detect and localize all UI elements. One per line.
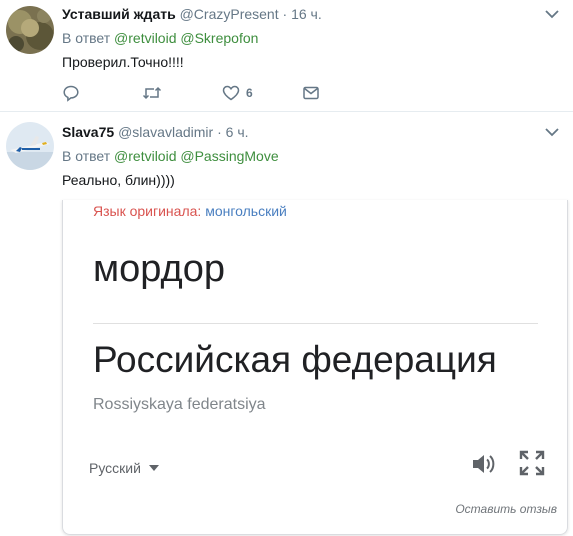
display-name[interactable]: Slava75 [62, 124, 114, 140]
timestamp[interactable]: 16 ч. [291, 6, 322, 22]
reply-context: В ответ @retviloid @PassingMove [62, 148, 279, 164]
translation-text: Российская федерация [93, 339, 497, 380]
fullscreen-icon[interactable] [519, 450, 545, 476]
tweet-header: Slava75 @slavavladimir · 6 ч. [62, 124, 249, 140]
caret-down-icon[interactable] [545, 127, 559, 137]
detected-language-value: монгольский [205, 203, 287, 219]
mention-link[interactable]: @retviloid [114, 30, 176, 46]
retweet-button[interactable] [142, 82, 162, 104]
target-language-label: Русский [89, 460, 141, 476]
mention-link[interactable]: @retviloid [114, 148, 176, 164]
source-text: мордор [93, 248, 225, 290]
retweet-icon [142, 86, 162, 100]
detected-language: Язык оригинала: монгольский [93, 203, 287, 219]
reply-context: В ответ @retviloid @Skrepofon [62, 30, 258, 46]
like-count: 6 [246, 86, 253, 100]
username[interactable]: @slavavladimir [118, 124, 213, 140]
reply-prefix: В ответ [62, 148, 111, 164]
separator: · [282, 6, 288, 22]
reply-prefix: В ответ [62, 30, 111, 46]
mention-link[interactable]: @PassingMove [180, 148, 278, 164]
like-button[interactable]: 6 [222, 82, 253, 104]
tweet-actions: 6 [62, 82, 362, 104]
mention-link[interactable]: @Skrepofon [180, 30, 258, 46]
like-icon [222, 85, 240, 101]
tweet: Уставший ждать @CrazyPresent · 16 ч. В о… [0, 0, 573, 112]
reply-icon [63, 85, 79, 102]
tweet: Slava75 @slavavladimir · 6 ч. В ответ @r… [0, 112, 573, 536]
direct-message-icon [303, 86, 319, 100]
translate-card-image[interactable]: Язык оригинала: монгольский мордор Росси… [62, 200, 568, 535]
separator: · [217, 124, 222, 140]
target-language-select[interactable]: Русский [89, 460, 159, 476]
tweet-text: Проверил.Точно!!!! [62, 54, 184, 70]
reply-button[interactable] [62, 82, 80, 104]
direct-message-button[interactable] [302, 82, 320, 104]
tweet-header: Уставший ждать @CrazyPresent · 16 ч. [62, 6, 322, 22]
tweet-text: Реально, блин)))) [62, 172, 175, 188]
divider [93, 323, 538, 324]
timestamp[interactable]: 6 ч. [226, 124, 249, 140]
transliteration-text: Rossiyskaya federatsiya [93, 396, 266, 413]
avatar[interactable] [6, 6, 54, 54]
username[interactable]: @CrazyPresent [180, 6, 279, 22]
caret-down-icon[interactable] [545, 9, 559, 19]
speaker-icon[interactable] [469, 450, 497, 478]
feedback-link[interactable]: Оставить отзыв [455, 502, 557, 516]
dropdown-arrow-icon [148, 465, 159, 471]
avatar[interactable] [6, 122, 54, 170]
detected-language-label: Язык оригинала: [93, 203, 202, 219]
display-name[interactable]: Уставший ждать [62, 6, 176, 22]
